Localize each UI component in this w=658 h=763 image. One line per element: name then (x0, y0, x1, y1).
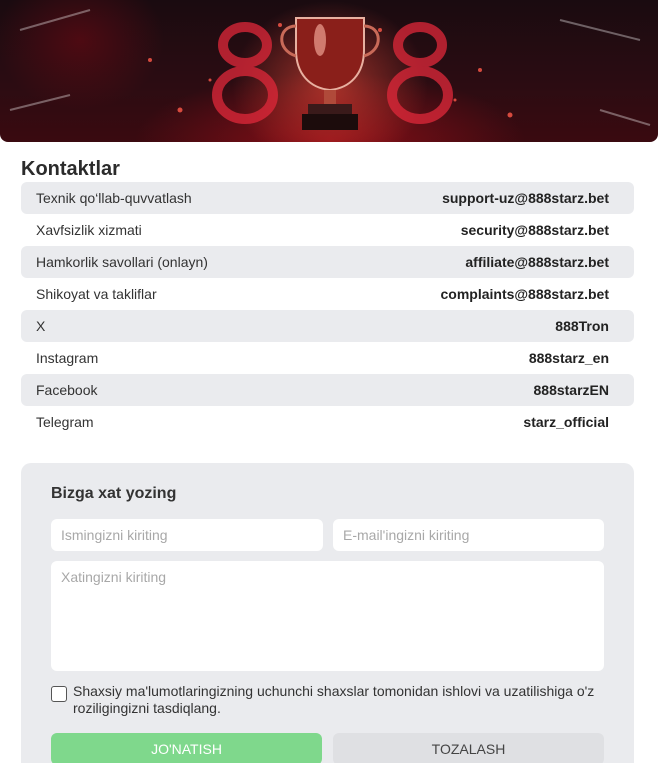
hero-banner (0, 0, 658, 142)
contact-label: Instagram (36, 350, 99, 366)
contact-value[interactable]: affiliate@888starz.bet (465, 254, 609, 270)
contact-value[interactable]: support-uz@888starz.bet (442, 190, 609, 206)
contact-row-x: X 888Tron (21, 310, 634, 342)
trophy-banner-image (9, 9, 651, 130)
contact-value[interactable]: 888starz_en (529, 350, 609, 366)
contact-row-instagram: Instagram 888starz_en (21, 342, 634, 374)
message-textarea[interactable] (51, 561, 604, 671)
contact-value[interactable]: complaints@888starz.bet (441, 286, 610, 302)
contact-label: Xavfsizlik xizmati (36, 222, 142, 238)
email-input[interactable] (333, 519, 604, 551)
form-title: Bizga xat yozing (51, 485, 177, 502)
contact-value[interactable]: starz_official (523, 414, 609, 430)
contact-row-security: Xavfsizlik xizmati security@888starz.bet (21, 214, 634, 246)
contact-label: Hamkorlik savollari (onlayn) (36, 254, 208, 270)
contact-row-complaints: Shikoyat va takliflar complaints@888star… (21, 278, 634, 310)
contact-label: Shikoyat va takliflar (36, 286, 157, 302)
contact-label: Texnik qo‘llab-quvvatlash (36, 190, 192, 206)
consent-text: Shaxsiy ma'lumotlaringizning uchunchi sh… (73, 683, 595, 716)
contact-row-tech-support: Texnik qo‘llab-quvvatlash support-uz@888… (21, 182, 634, 214)
contact-value[interactable]: 888starzEN (534, 382, 610, 398)
consent-checkbox[interactable] (51, 686, 67, 702)
name-input[interactable] (51, 519, 323, 551)
clear-button[interactable]: TOZALASH (333, 733, 604, 763)
contact-label: Telegram (36, 414, 94, 430)
contact-label: Facebook (36, 382, 98, 398)
contact-label: X (36, 318, 46, 334)
contact-value[interactable]: security@888starz.bet (461, 222, 609, 238)
contact-value[interactable]: 888Tron (555, 318, 609, 334)
contact-row-telegram: Telegram starz_official (21, 406, 634, 438)
contact-form: Bizga xat yozing Shaxsiy ma'lumotlaringi… (21, 463, 634, 763)
contacts-title: Kontaktlar (21, 158, 120, 180)
submit-button[interactable]: JO'NATISH (51, 733, 322, 763)
consent-row: Shaxsiy ma'lumotlaringizning uchunchi sh… (51, 683, 611, 717)
contact-row-affiliate: Hamkorlik savollari (onlayn) affiliate@8… (21, 246, 634, 278)
contact-row-facebook: Facebook 888starzEN (21, 374, 634, 406)
contact-list: Texnik qo‘llab-quvvatlash support-uz@888… (21, 182, 634, 438)
